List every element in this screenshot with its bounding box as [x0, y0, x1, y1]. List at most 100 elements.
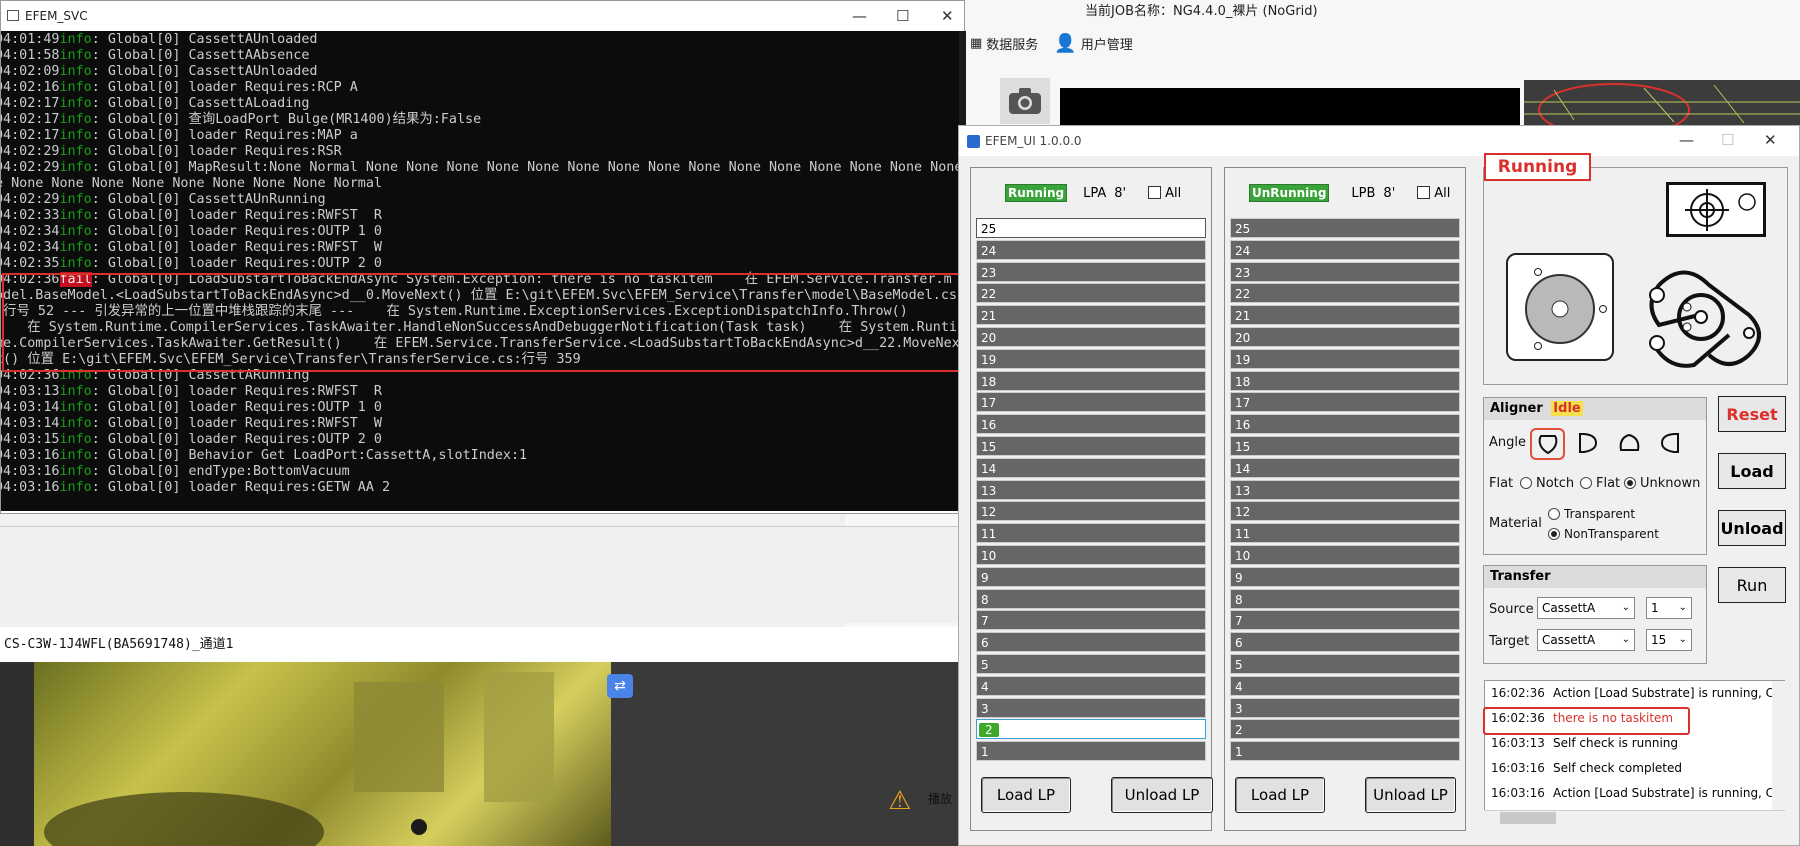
- camera-feed-2[interactable]: [645, 662, 965, 846]
- lpb-slot[interactable]: 20: [1230, 326, 1460, 347]
- lpb-unload-button[interactable]: Unload LP: [1365, 777, 1456, 813]
- close-icon[interactable]: ✕: [941, 7, 954, 25]
- transparent-radio[interactable]: Transparent: [1548, 507, 1635, 521]
- lpa-slot[interactable]: 25: [976, 218, 1206, 238]
- log-row[interactable]: 16:03:16 Action [Load Substrate] is runni…: [1485, 781, 1784, 806]
- log-row[interactable]: 16:03:16 Self check completed: [1485, 756, 1784, 781]
- lpa-slot[interactable]: 21: [976, 305, 1206, 326]
- lpa-slot[interactable]: 9: [976, 566, 1206, 587]
- lpb-slot[interactable]: 22: [1230, 283, 1460, 304]
- lpa-slot[interactable]: 14: [976, 457, 1206, 478]
- user-manage-button[interactable]: 👤 用户管理: [1054, 33, 1132, 54]
- target-select[interactable]: CassettA ⌄: [1537, 629, 1635, 651]
- efem-minimize-icon[interactable]: —: [1679, 131, 1694, 149]
- lpa-slot[interactable]: 12: [976, 501, 1206, 522]
- data-service-label: 数据服务: [986, 38, 1039, 53]
- angle-180-icon[interactable]: [1618, 432, 1642, 458]
- lpb-slot[interactable]: 16: [1230, 414, 1460, 435]
- lpb-slot[interactable]: 14: [1230, 457, 1460, 478]
- lpa-slot[interactable]: 1: [976, 741, 1206, 762]
- lpb-slot[interactable]: 21: [1230, 305, 1460, 326]
- lpb-slot[interactable]: 2: [1230, 719, 1460, 740]
- lpa-slot[interactable]: 10: [976, 544, 1206, 565]
- source-slot-select[interactable]: 1 ⌄: [1646, 597, 1692, 619]
- lpb-slot[interactable]: 11: [1230, 523, 1460, 544]
- notch-radio[interactable]: Notch: [1520, 476, 1574, 491]
- lpa-slot[interactable]: 15: [976, 435, 1206, 456]
- lpa-unload-button[interactable]: Unload LP: [1111, 777, 1213, 813]
- source-label: Source: [1489, 602, 1534, 617]
- lpa-slot[interactable]: 5: [976, 653, 1206, 674]
- lpa-slot[interactable]: 13: [976, 479, 1206, 500]
- console-line: e None None None None None None None Non…: [1, 176, 382, 191]
- log-vertical-scrollbar[interactable]: [1772, 681, 1785, 810]
- efem-close-icon[interactable]: ✕: [1764, 131, 1777, 149]
- load-button[interactable]: Load: [1718, 453, 1786, 489]
- lpb-slot[interactable]: 13: [1230, 479, 1460, 500]
- lpb-slot[interactable]: 4: [1230, 675, 1460, 696]
- lpa-all-checkbox[interactable]: All: [1148, 185, 1181, 201]
- lpb-slot[interactable]: 9: [1230, 566, 1460, 587]
- lpb-slot[interactable]: 5: [1230, 653, 1460, 674]
- run-button[interactable]: Run: [1718, 567, 1786, 603]
- lpa-load-button[interactable]: Load LP: [981, 777, 1071, 813]
- lpb-slot[interactable]: 18: [1230, 370, 1460, 391]
- maximize-icon[interactable]: ☐: [896, 7, 909, 25]
- lpb-slot[interactable]: 23: [1230, 261, 1460, 282]
- lpa-slot[interactable]: 6: [976, 632, 1206, 653]
- lpa-slot[interactable]: 23: [976, 261, 1206, 282]
- lpb-slot[interactable]: 1: [1230, 741, 1460, 762]
- lpa-slot[interactable]: 11: [976, 523, 1206, 544]
- lpa-size: 8': [1114, 185, 1127, 201]
- lpa-slot[interactable]: 2: [976, 719, 1206, 740]
- console-output[interactable]: 04:01:49info: Global[0] CassettAUnloaded…: [1, 31, 959, 511]
- lpb-slot[interactable]: 25: [1230, 218, 1460, 238]
- lpb-slot[interactable]: 10: [1230, 544, 1460, 565]
- material-label: Material: [1489, 516, 1542, 531]
- lpa-slot[interactable]: 16: [976, 414, 1206, 435]
- lpa-slot[interactable]: 18: [976, 370, 1206, 391]
- target-slot-select[interactable]: 15 ⌄: [1646, 629, 1692, 651]
- log-scroll-thumb[interactable]: [1500, 812, 1556, 824]
- lpb-load-button[interactable]: Load LP: [1235, 777, 1325, 813]
- log-row[interactable]: 16:02:36 Action [Load Substrate] is runni…: [1485, 681, 1784, 706]
- lpa-slot[interactable]: 20: [976, 326, 1206, 347]
- nontransparent-radio[interactable]: NonTransparent: [1548, 527, 1659, 541]
- camera-icon[interactable]: [1000, 78, 1050, 124]
- lpa-slot[interactable]: 22: [976, 283, 1206, 304]
- source-select[interactable]: CassettA ⌄: [1537, 597, 1635, 619]
- reset-button[interactable]: Reset: [1718, 396, 1786, 432]
- lpa-slot[interactable]: 17: [976, 392, 1206, 413]
- angle-270-icon[interactable]: [1660, 432, 1682, 458]
- angle-90-icon[interactable]: [1576, 432, 1598, 458]
- lpa-slot[interactable]: 19: [976, 348, 1206, 369]
- data-service-button[interactable]: ▦ 数据服务: [970, 34, 1038, 53]
- job-name-label: 当前JOB名称：NG4.4.0_裸片 (NoGrid): [1085, 4, 1318, 19]
- camera-feed[interactable]: [34, 662, 611, 846]
- lpb-slot[interactable]: 3: [1230, 697, 1460, 718]
- lpb-slot[interactable]: 7: [1230, 610, 1460, 631]
- console-line: 04:03:14info: Global[0] loader Requires:…: [1, 416, 382, 431]
- unload-button[interactable]: Unload: [1718, 510, 1786, 546]
- lpa-slot[interactable]: 3: [976, 697, 1206, 718]
- swap-icon[interactable]: ⇄: [607, 674, 633, 698]
- lpb-slot[interactable]: 6: [1230, 632, 1460, 653]
- lpa-slot[interactable]: 8: [976, 588, 1206, 609]
- lpb-all-checkbox[interactable]: All: [1417, 185, 1450, 201]
- lpa-slot[interactable]: 4: [976, 675, 1206, 696]
- lpb-slot[interactable]: 19: [1230, 348, 1460, 369]
- lpa-slot[interactable]: 24: [976, 239, 1206, 260]
- event-log[interactable]: 16:02:36 Action [Load Substrate] is runni…: [1484, 680, 1785, 826]
- lpb-slot[interactable]: 15: [1230, 435, 1460, 456]
- minimize-icon[interactable]: —: [852, 7, 867, 25]
- angle-0-icon[interactable]: [1530, 428, 1565, 460]
- lpb-slot[interactable]: 24: [1230, 239, 1460, 260]
- lpb-slot[interactable]: 8: [1230, 588, 1460, 609]
- console-line: 04:03:13info: Global[0] loader Requires:…: [1, 384, 382, 399]
- lpa-slot[interactable]: 7: [976, 610, 1206, 631]
- flat-radio[interactable]: Flat: [1580, 476, 1620, 491]
- lpb-slot[interactable]: 12: [1230, 501, 1460, 522]
- unknown-radio[interactable]: Unknown: [1624, 476, 1700, 491]
- lpb-slot[interactable]: 17: [1230, 392, 1460, 413]
- log-error-highlight: [1483, 707, 1690, 735]
